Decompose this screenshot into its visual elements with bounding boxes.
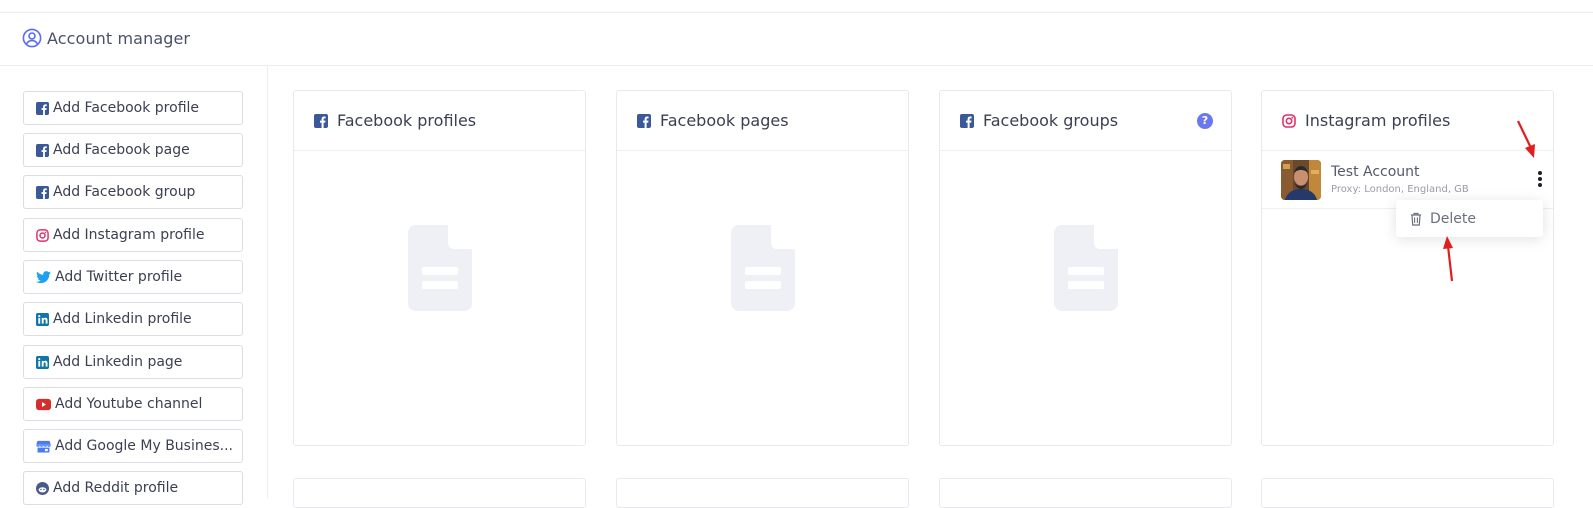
- user-circle-icon: [22, 28, 42, 48]
- delete-label: Delete: [1430, 210, 1476, 227]
- linkedin-icon: [36, 312, 49, 326]
- card-header: Facebook pages: [617, 91, 908, 151]
- instagram-icon: [36, 228, 49, 242]
- sidebar: Add Facebook profile Add Facebook page A…: [0, 66, 268, 505]
- store-icon: [36, 440, 51, 453]
- facebook-icon: [637, 114, 651, 128]
- card-title: Facebook groups: [983, 111, 1119, 130]
- help-icon[interactable]: ?: [1197, 113, 1213, 129]
- instagram-icon: [1282, 114, 1296, 128]
- card-title: Facebook pages: [660, 111, 789, 130]
- empty-document-icon: [730, 225, 795, 311]
- card-header: Instagram profiles: [1262, 91, 1553, 151]
- button-label: Add Reddit profile: [53, 480, 179, 496]
- card-partial: [616, 478, 909, 508]
- twitter-icon: [36, 270, 51, 283]
- page-title: Account manager: [47, 29, 191, 48]
- add-facebook-group-button[interactable]: Add Facebook group: [23, 175, 243, 209]
- add-reddit-profile-button[interactable]: Add Reddit profile: [23, 471, 243, 505]
- facebook-pages-card: Facebook pages: [616, 90, 909, 446]
- add-youtube-channel-button[interactable]: Add Youtube channel: [23, 387, 243, 421]
- facebook-icon: [314, 114, 328, 128]
- button-label: Add Twitter profile: [55, 269, 183, 285]
- button-label: Add Facebook profile: [53, 100, 200, 116]
- facebook-icon: [36, 143, 49, 157]
- card-title: Facebook profiles: [337, 111, 477, 130]
- add-twitter-profile-button[interactable]: Add Twitter profile: [23, 260, 243, 294]
- instagram-profiles-card: Instagram profiles Test Account Proxy: L…: [1261, 90, 1554, 446]
- button-label: Add Instagram profile: [53, 227, 205, 243]
- add-google-my-business-button[interactable]: Add Google My Busines...: [23, 429, 243, 463]
- add-linkedin-profile-button[interactable]: Add Linkedin profile: [23, 302, 243, 336]
- page-header: Account manager: [0, 13, 1593, 66]
- button-label: Add Youtube channel: [55, 396, 203, 412]
- facebook-icon: [960, 114, 974, 128]
- button-label: Add Linkedin page: [53, 354, 183, 370]
- add-facebook-profile-button[interactable]: Add Facebook profile: [23, 91, 243, 125]
- empty-document-icon: [1053, 225, 1118, 311]
- reddit-icon: [36, 481, 49, 495]
- empty-document-icon: [407, 225, 472, 311]
- card-partial: [1261, 478, 1554, 508]
- button-label: Add Facebook page: [53, 142, 190, 158]
- trash-icon: [1411, 212, 1421, 226]
- avatar: [1281, 160, 1321, 200]
- linkedin-icon: [36, 355, 49, 369]
- facebook-icon: [36, 185, 49, 199]
- card-partial: [939, 478, 1232, 508]
- button-label: Add Linkedin profile: [53, 311, 192, 327]
- facebook-groups-card: Facebook groups ?: [939, 90, 1232, 446]
- top-strip: [0, 0, 1593, 13]
- delete-menu-item[interactable]: Delete: [1396, 200, 1543, 237]
- account-proxy: Proxy: London, England, GB: [1331, 184, 1469, 195]
- youtube-icon: [36, 398, 51, 410]
- card-header: Facebook groups ?: [940, 91, 1231, 151]
- add-instagram-profile-button[interactable]: Add Instagram profile: [23, 218, 243, 252]
- facebook-profiles-card: Facebook profiles: [293, 90, 586, 446]
- facebook-icon: [36, 101, 49, 115]
- button-label: Add Facebook group: [53, 184, 196, 200]
- account-name: Test Account: [1331, 164, 1420, 180]
- card-header: Facebook profiles: [294, 91, 585, 151]
- add-linkedin-page-button[interactable]: Add Linkedin page: [23, 345, 243, 379]
- more-options-icon[interactable]: [1536, 171, 1544, 189]
- card-partial: [293, 478, 586, 508]
- add-facebook-page-button[interactable]: Add Facebook page: [23, 133, 243, 167]
- card-title: Instagram profiles: [1305, 111, 1451, 130]
- button-label: Add Google My Busines...: [55, 438, 233, 454]
